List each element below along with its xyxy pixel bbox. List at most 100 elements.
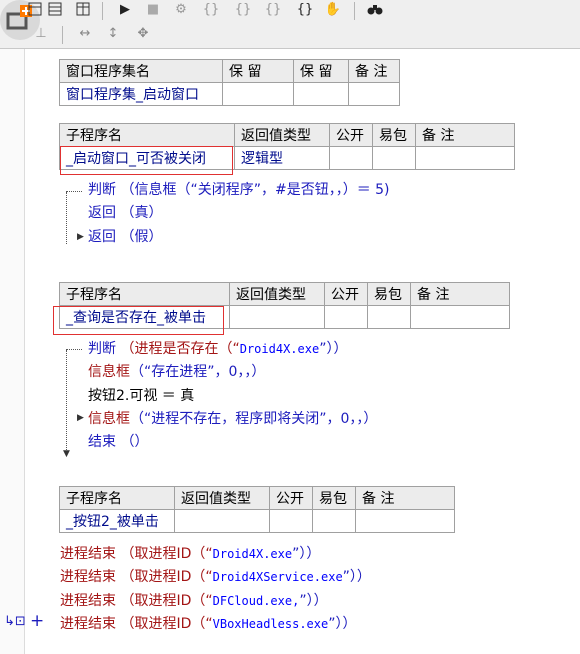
module-note-cell[interactable]: [348, 82, 400, 106]
code-line[interactable]: 返回 （假）: [88, 227, 162, 247]
code-text: ”））: [328, 616, 357, 632]
sub3-header-note: 备 注: [355, 486, 455, 510]
module-reserve1-cell[interactable]: [222, 82, 294, 106]
module-name-cell[interactable]: 窗口程序集_启动窗口: [59, 82, 223, 106]
sub1-header-note: 备 注: [415, 123, 515, 147]
sub2-header-public: 公开: [324, 282, 368, 306]
sub3-name-cell[interactable]: _按钮2_被单击: [59, 509, 175, 533]
code-line[interactable]: 信息框（“存在进程”，0，，）: [88, 362, 265, 382]
flow-arrow-down-icon: ▼: [63, 449, 70, 459]
keyword: 判断: [88, 341, 116, 357]
keyword: 判断: [88, 182, 116, 198]
sub3-header-name: 子程序名: [59, 486, 175, 510]
edit-icon[interactable]: [26, 0, 44, 18]
insert-line-marker[interactable]: +: [30, 611, 44, 631]
module-header-reserve1: 保 留: [222, 59, 294, 83]
sub2-header-name: 子程序名: [59, 282, 230, 306]
module-header-reserve2: 保 留: [293, 59, 349, 83]
sub2-header-return: 返回值类型: [229, 282, 325, 306]
function-name: 进程结束: [60, 593, 116, 609]
table-view-icon[interactable]: [46, 0, 64, 18]
binoculars-icon[interactable]: [366, 0, 384, 18]
code-text: （取进程ID（“: [120, 616, 213, 632]
sub3-header-return: 返回值类型: [174, 486, 270, 510]
move-icon[interactable]: ✥: [134, 24, 152, 42]
sub2-header-pkg: 易包: [367, 282, 411, 306]
keyword: 返回: [88, 205, 116, 221]
string-literal: DFCloud.exe,: [212, 594, 300, 608]
code-text: （“存在进程”，0，，）: [130, 364, 266, 380]
run-icon[interactable]: ▶: [116, 0, 134, 18]
debug-icon[interactable]: ⚙: [172, 0, 190, 18]
step-out-icon[interactable]: {}: [264, 0, 282, 18]
code-text: （真）: [120, 205, 163, 221]
function-name: 信息框: [88, 411, 130, 427]
sub3-header-public: 公开: [269, 486, 313, 510]
table-icon[interactable]: [74, 0, 92, 18]
code-line[interactable]: 按钮2.可视 ＝ 真: [88, 386, 194, 406]
sub1-return-cell[interactable]: 逻辑型: [234, 146, 330, 170]
breakpoint-arrow-icon[interactable]: ↳⊡: [4, 614, 26, 629]
hand-icon[interactable]: ✋: [324, 0, 342, 18]
code-text: （）: [120, 434, 149, 450]
sub1-pkg-cell[interactable]: [372, 146, 416, 170]
sub1-header-pkg: 易包: [372, 123, 416, 147]
sub2-return-cell[interactable]: [229, 305, 325, 329]
resize-h-icon[interactable]: ↔: [76, 24, 94, 42]
code-text: （进程是否存在（“: [120, 341, 240, 357]
sub3-return-cell[interactable]: [174, 509, 270, 533]
module-header-note: 备 注: [348, 59, 400, 83]
code-line[interactable]: 进程结束 （取进程ID（“VBoxHeadless.exe”））: [60, 614, 356, 634]
sub3-pkg-cell[interactable]: [312, 509, 356, 533]
flow-arrow-icon: ▶: [77, 413, 84, 423]
code-text: ”））: [319, 341, 348, 357]
line-gutter: [0, 49, 25, 654]
module-table: 窗口程序集名 保 留 保 留 备 注 窗口程序集_启动窗口: [59, 59, 400, 106]
sub2-note-cell[interactable]: [410, 305, 510, 329]
code-text: （取进程ID（“: [120, 546, 213, 562]
sub3-note-cell[interactable]: [355, 509, 455, 533]
code-line[interactable]: 信息框（“进程不存在，程序即将关闭”，0，，）: [88, 409, 377, 429]
sub3-public-cell[interactable]: [269, 509, 313, 533]
flow-arrow-icon: ▶: [77, 232, 84, 242]
string-literal: Droid4X.exe: [239, 342, 320, 356]
code-line[interactable]: 进程结束 （取进程ID（“Droid4XService.exe”））: [60, 567, 371, 587]
sub1-header-name: 子程序名: [59, 123, 235, 147]
subroutine3-table: 子程序名 返回值类型 公开 易包 备 注 _按钮2_被单击: [59, 486, 455, 533]
function-name: 进程结束: [60, 569, 116, 585]
code-line[interactable]: 判断 （进程是否存在（“Droid4X.exe”））: [88, 339, 347, 359]
flow-line: [66, 191, 82, 192]
sub2-highlight-box: [53, 306, 224, 335]
resize-v-icon[interactable]: ↕: [104, 24, 122, 42]
sub2-pkg-cell[interactable]: [367, 305, 411, 329]
code-line[interactable]: 结束 （）: [88, 432, 148, 452]
sub1-note-cell[interactable]: [415, 146, 515, 170]
step-over-icon[interactable]: {}: [234, 0, 252, 18]
code-text: ”））: [342, 569, 371, 585]
code-text: （假）: [120, 229, 163, 245]
code-text: ”））: [299, 593, 328, 609]
keyword: 结束: [88, 434, 116, 450]
braces-icon[interactable]: {}: [296, 0, 314, 18]
module-reserve2-cell[interactable]: [293, 82, 349, 106]
function-name: 进程结束: [60, 616, 116, 632]
sub1-public-cell[interactable]: [329, 146, 373, 170]
module-header-name: 窗口程序集名: [59, 59, 223, 83]
function-name: 进程结束: [60, 546, 116, 562]
toolbar: ▶ ■ ⚙ {} {} {} {} ✋ ⊥ ↔ ↕ ✥: [0, 0, 580, 49]
code-text: （“进程不存在，程序即将关闭”，0，，）: [130, 411, 378, 427]
flow-line: [66, 192, 67, 244]
code-line[interactable]: 判断 （信息框（“关闭程序”，#是否钮，，）＝ 5): [88, 180, 390, 200]
step-into-icon[interactable]: {}: [202, 0, 220, 18]
code-line[interactable]: 进程结束 （取进程ID（“Droid4X.exe”））: [60, 544, 320, 564]
code-line[interactable]: 进程结束 （取进程ID（“DFCloud.exe,”））: [60, 591, 328, 611]
sub1-highlight-box: [60, 146, 233, 175]
stop-icon[interactable]: ■: [144, 0, 162, 18]
sub1-header-public: 公开: [329, 123, 373, 147]
code-line[interactable]: 返回 （真）: [88, 203, 162, 223]
sub1-header-return: 返回值类型: [234, 123, 330, 147]
code-text: （信息框（“关闭程序”，#是否钮，，）＝ 5): [120, 182, 390, 198]
code-text: ”））: [292, 546, 321, 562]
sub2-public-cell[interactable]: [324, 305, 368, 329]
align-icon[interactable]: ⊥: [32, 24, 50, 42]
